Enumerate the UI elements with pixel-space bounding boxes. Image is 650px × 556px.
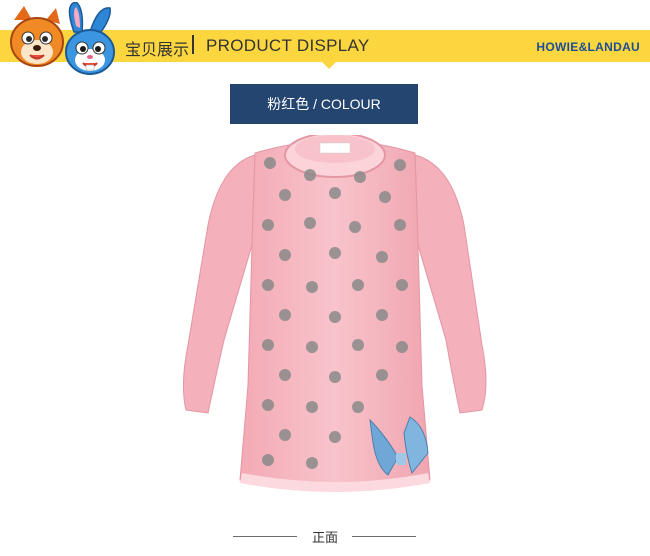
banner-notch: [322, 62, 336, 69]
footer-divider-left: [233, 536, 297, 537]
brand-mascots-logo: [10, 2, 115, 75]
footer-divider-right: [352, 536, 416, 537]
title-divider: [192, 35, 194, 54]
colour-tag: 粉红色 / COLOUR: [230, 84, 418, 124]
product-image: [182, 135, 487, 492]
section-title-english: PRODUCT DISPLAY: [206, 36, 370, 55]
fox-mascot-icon: [10, 6, 64, 67]
rabbit-mascot-icon: [65, 2, 115, 75]
brand-name: HOWIE&LANDAU: [536, 40, 640, 54]
view-label: 正面: [311, 531, 338, 546]
colour-tag-label: 粉红色 / COLOUR: [267, 96, 381, 112]
section-title-chinese: 宝贝展示: [125, 40, 190, 59]
